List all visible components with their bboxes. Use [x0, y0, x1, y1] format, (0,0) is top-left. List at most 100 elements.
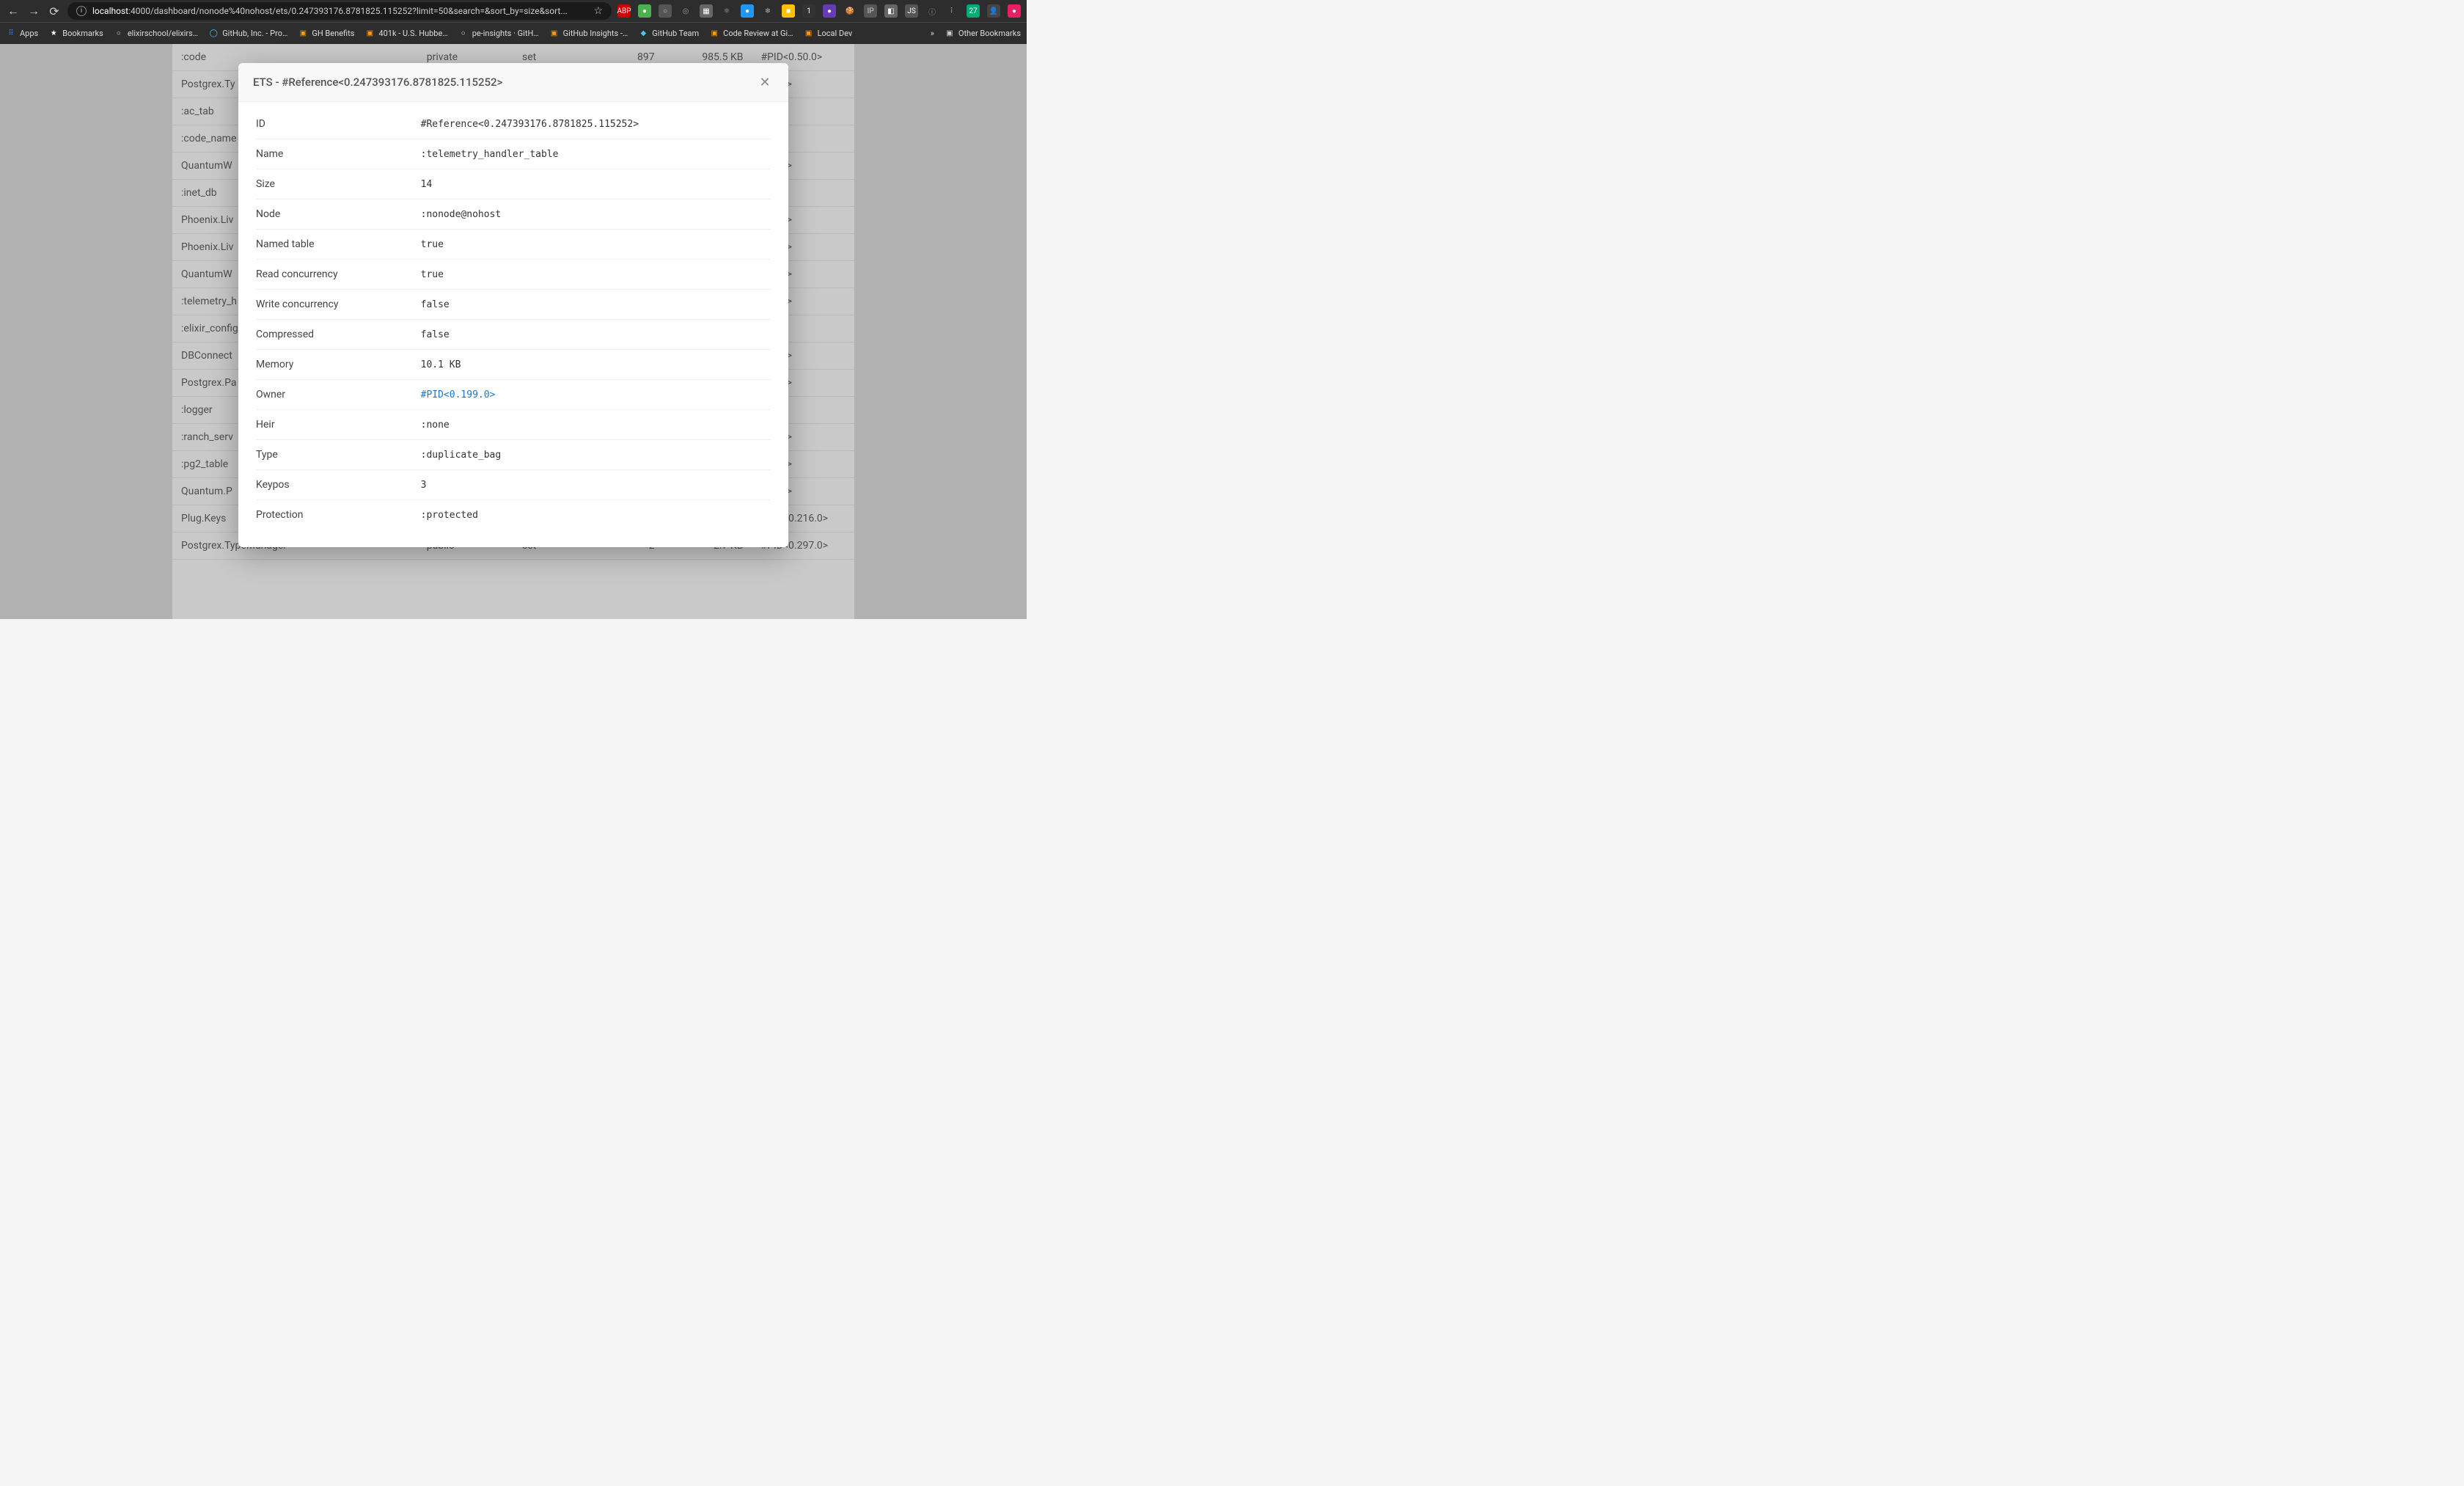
bookmark-local-dev[interactable]: ▣Local Dev	[804, 29, 853, 39]
detail-row: Size14	[256, 169, 771, 200]
reload-button[interactable]: ⟳	[47, 4, 62, 18]
bookmark-label: elixirschool/elixirs…	[128, 29, 198, 38]
detail-row: Heir:none	[256, 410, 771, 440]
detail-value: :duplicate_bag	[421, 450, 502, 461]
detail-value: :nonode@nohost	[421, 209, 502, 220]
bookmarks-bar: ⠿Apps★Bookmarks○elixirschool/elixirs…◯Gi…	[0, 22, 1027, 44]
ets-detail-modal: ETS - #Reference<0.247393176.8781825.115…	[238, 63, 788, 547]
star-icon[interactable]: ☆	[593, 5, 603, 17]
bookmark-gh-benefits[interactable]: ▣GH Benefits	[298, 29, 354, 39]
bookmark-bookmarks[interactable]: ★Bookmarks	[48, 29, 103, 39]
browser-toolbar: ← → ⟳ i localhost:4000/dashboard/nonode%…	[0, 0, 1027, 22]
bookmark-overflow[interactable]: »	[931, 29, 934, 38]
code-review-favicon: ▣	[709, 29, 719, 39]
modal-header: ETS - #Reference<0.247393176.8781825.115…	[238, 63, 788, 102]
other-bookmarks[interactable]: ▣ Other Bookmarks	[945, 29, 1021, 39]
github-inc-favicon: ◯	[208, 29, 219, 39]
gh-team-favicon: ◆	[638, 29, 648, 39]
detail-row: Memory10.1 KB	[256, 350, 771, 380]
detail-value: 14	[421, 179, 433, 190]
bookmark-label: pe-insights · GitH…	[472, 29, 539, 38]
gray-square-icon[interactable]: ◧	[884, 4, 898, 18]
detail-row: Type:duplicate_bag	[256, 440, 771, 470]
extension-icons: ABP ● ○ ◎ ▦ ⚛ ● ❄ ■ 1 ● 🍪 IP ◧ JS ⓘ ⠇ 27 👤 ●	[617, 4, 1021, 18]
detail-value: true	[421, 269, 444, 280]
detail-label: Heir	[256, 419, 421, 431]
detail-label: Keypos	[256, 479, 421, 491]
dots-icon[interactable]: ⠇	[946, 4, 959, 18]
gray-circle-icon[interactable]: ○	[659, 4, 672, 18]
close-icon[interactable]: ✕	[756, 73, 774, 91]
folder-icon: ▣	[945, 29, 955, 39]
detail-label: Node	[256, 208, 421, 220]
bookmark-gh-insights[interactable]: ▣GitHub Insights -…	[549, 29, 628, 39]
cal-icon[interactable]: 27	[967, 4, 980, 18]
green-dot-icon[interactable]: ●	[638, 4, 651, 18]
detail-row: Owner#PID<0.199.0>	[256, 380, 771, 410]
bookmark-label: GitHub, Inc. - Pro…	[222, 29, 287, 38]
detail-value: #Reference<0.247393176.8781825.115252>	[421, 119, 639, 130]
detail-value: true	[421, 239, 444, 250]
pink-icon[interactable]: ●	[1008, 4, 1021, 18]
detail-row: Name:telemetry_handler_table	[256, 139, 771, 169]
detail-value: false	[421, 329, 450, 340]
detail-row: Read concurrencytrue	[256, 260, 771, 290]
modal-body: ID#Reference<0.247393176.8781825.115252>…	[238, 102, 788, 547]
url-text: localhost:4000/dashboard/nonode%40nohost…	[92, 6, 587, 16]
modal-overlay[interactable]: ETS - #Reference<0.247393176.8781825.115…	[0, 44, 1027, 619]
bookmark-pe-insights[interactable]: ○pe-insights · GitH…	[458, 29, 539, 39]
bookmark-401k[interactable]: ▣401k - U.S. Hubbe…	[364, 29, 447, 39]
bookmark-code-review[interactable]: ▣Code Review at Gi…	[709, 29, 793, 39]
detail-label: Compressed	[256, 329, 421, 340]
gh-benefits-favicon: ▣	[298, 29, 308, 39]
blue-dot-icon[interactable]: ●	[741, 4, 754, 18]
detail-label: Type	[256, 449, 421, 461]
bookmark-label: 401k - U.S. Hubbe…	[378, 29, 447, 38]
badge-icon[interactable]: 1	[802, 4, 815, 18]
bookmark-apps[interactable]: ⠿ Apps	[6, 29, 38, 39]
gh-insights-favicon: ▣	[549, 29, 560, 39]
detail-label: Memory	[256, 359, 421, 370]
abp-icon[interactable]: ABP	[617, 4, 631, 18]
site-info-icon[interactable]: i	[76, 6, 87, 16]
detail-row: Compressedfalse	[256, 320, 771, 350]
info-icon[interactable]: ⓘ	[925, 4, 939, 18]
doc-icon[interactable]: ▦	[700, 4, 713, 18]
detail-value: :none	[421, 420, 450, 431]
page-content: :codeprivateset897985.5 KB#PID<0.50.0>Po…	[0, 44, 1027, 619]
atom-icon[interactable]: ⚛	[720, 4, 733, 18]
avatar-icon[interactable]: 👤	[987, 4, 1000, 18]
detail-label: ID	[256, 118, 421, 130]
detail-label: Owner	[256, 389, 421, 400]
apps-favicon: ⠿	[6, 29, 16, 39]
pe-insights-favicon: ○	[458, 29, 469, 39]
snow-icon[interactable]: ❄	[761, 4, 774, 18]
yellow-sq-icon[interactable]: ■	[782, 4, 795, 18]
detail-value[interactable]: #PID<0.199.0>	[421, 389, 496, 400]
detail-row: Node:nonode@nohost	[256, 200, 771, 230]
back-button[interactable]: ←	[6, 4, 21, 18]
forward-button[interactable]: →	[26, 4, 41, 18]
spiral-icon[interactable]: ◎	[679, 4, 692, 18]
detail-label: Name	[256, 148, 421, 160]
detail-row: Protection:protected	[256, 500, 771, 530]
browser-chrome: ← → ⟳ i localhost:4000/dashboard/nonode%…	[0, 0, 1027, 44]
detail-row: Named tabletrue	[256, 230, 771, 260]
cookie-icon[interactable]: 🍪	[843, 4, 857, 18]
purple-icon[interactable]: ●	[823, 4, 836, 18]
bookmark-gh-team[interactable]: ◆GitHub Team	[638, 29, 699, 39]
detail-label: Size	[256, 178, 421, 190]
ip-icon[interactable]: IP	[864, 4, 877, 18]
detail-label: Read concurrency	[256, 268, 421, 280]
detail-row: Keypos3	[256, 470, 771, 500]
url-bar[interactable]: i localhost:4000/dashboard/nonode%40noho…	[67, 2, 612, 20]
bookmark-github-inc[interactable]: ◯GitHub, Inc. - Pro…	[208, 29, 287, 39]
detail-value: :protected	[421, 510, 478, 521]
bookmark-label: Bookmarks	[62, 29, 103, 38]
detail-value: 10.1 KB	[421, 359, 461, 370]
detail-label: Protection	[256, 509, 421, 521]
bookmark-elixirschool[interactable]: ○elixirschool/elixirs…	[114, 29, 198, 39]
bookmark-label: Apps	[20, 29, 38, 38]
js-icon[interactable]: JS	[905, 4, 918, 18]
detail-row: Write concurrencyfalse	[256, 290, 771, 320]
